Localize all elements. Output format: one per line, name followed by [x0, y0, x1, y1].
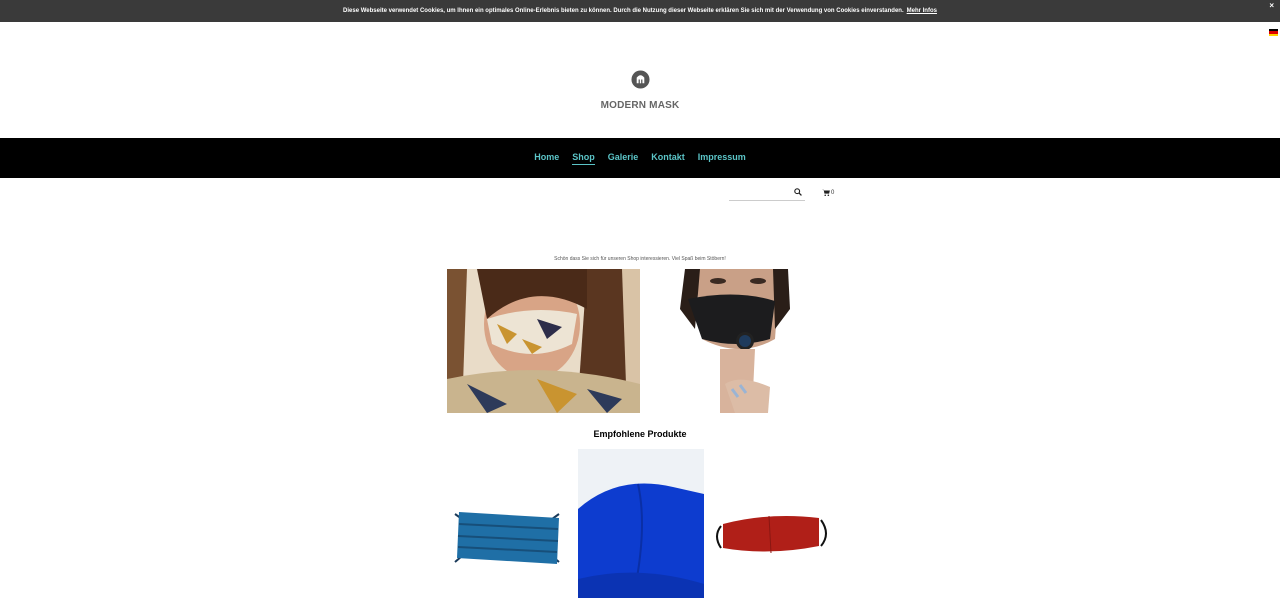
- featured-products-heading: Empfohlene Produkte: [593, 429, 687, 439]
- nav-impressum[interactable]: Impressum: [698, 152, 746, 165]
- product-blue-surgical-mask[interactable]: [447, 474, 573, 598]
- nav-galerie[interactable]: Galerie: [608, 152, 639, 165]
- cart-count: 0: [831, 189, 835, 196]
- hero-image-black-mask[interactable]: [640, 269, 833, 413]
- nav-home[interactable]: Home: [534, 152, 559, 165]
- cart-icon: [822, 189, 830, 196]
- main-nav: Home Shop Galerie Kontakt Impressum: [0, 138, 1280, 178]
- german-flag-icon[interactable]: [1269, 29, 1278, 36]
- cookie-text: Diese Webseite verwendet Cookies, um Ihn…: [343, 8, 904, 14]
- cookie-close-button[interactable]: ×: [1269, 1, 1274, 10]
- shop-intro-text: Schön dass Sie sich für unseren Shop int…: [554, 256, 726, 262]
- site-logo[interactable]: MODERN MASK: [0, 70, 1280, 111]
- cookie-more-info-link[interactable]: Mehr Infos: [907, 8, 937, 14]
- nav-shop[interactable]: Shop: [572, 152, 595, 165]
- cart-button[interactable]: 0: [822, 189, 834, 196]
- search-input[interactable]: [729, 193, 793, 202]
- search-box: [729, 186, 805, 202]
- hero-image-patterned-mask[interactable]: [447, 269, 640, 413]
- brand-name: MODERN MASK: [600, 100, 680, 111]
- product-royal-blue-cloth-mask[interactable]: [578, 449, 704, 598]
- helmet-logo-icon: [630, 70, 650, 89]
- product-red-cloth-mask[interactable]: [709, 474, 833, 598]
- nav-kontakt[interactable]: Kontakt: [651, 152, 685, 165]
- cookie-bar: Diese Webseite verwendet Cookies, um Ihn…: [0, 0, 1280, 22]
- search-icon[interactable]: [794, 188, 802, 196]
